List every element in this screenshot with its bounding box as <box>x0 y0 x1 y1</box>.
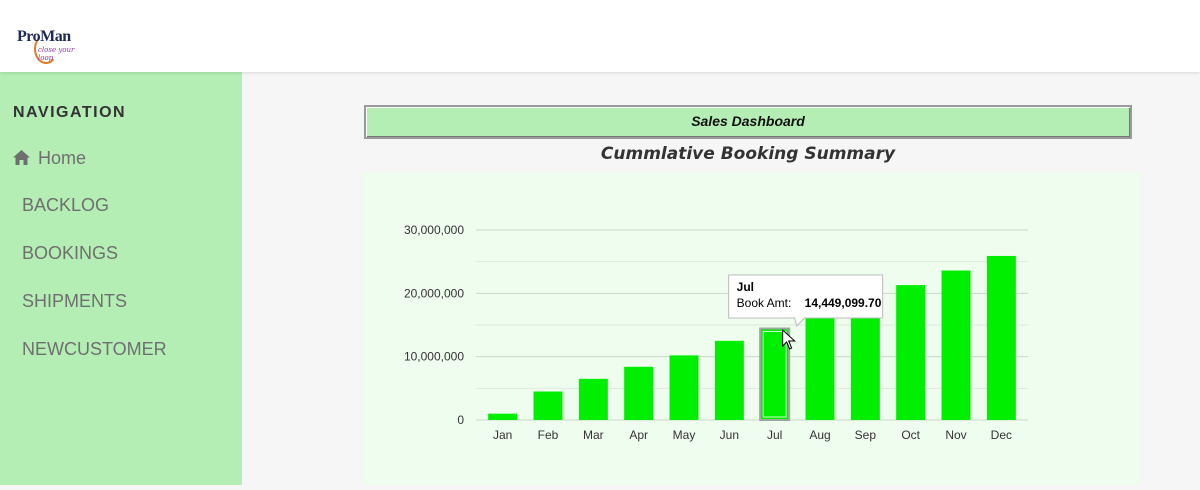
bar-mar[interactable] <box>578 378 608 420</box>
chart-area: 0 10,000,000 20,000,000 30,000,000 Jan Feb Mar… <box>364 172 1140 485</box>
x-tick-label: Sep <box>855 428 877 442</box>
sidebar <box>0 72 242 485</box>
bar-aug[interactable] <box>805 316 835 420</box>
bar-feb[interactable] <box>533 391 563 421</box>
booking-bar-chart: 0 10,000,000 20,000,000 30,000,000 Jan Feb Mar… <box>404 223 1028 442</box>
tooltip-value: 14,449,099.70 <box>805 296 882 310</box>
home-icon <box>13 149 30 170</box>
y-tick-label: 30,000,000 <box>404 223 464 237</box>
chart-title: Cummlative Booking Summary <box>600 144 896 164</box>
x-tick-label: Dec <box>991 428 1012 442</box>
top-bar: ProMan close your loop <box>0 0 1200 72</box>
proman-logo[interactable]: ProMan close your loop <box>14 22 84 64</box>
bar-may[interactable] <box>669 355 699 420</box>
sidebar-item-newcustomer[interactable]: NEWCUSTOMER <box>22 339 167 360</box>
sidebar-item-bookings[interactable]: BOOKINGS <box>22 243 118 264</box>
logo-tagline: close your loop <box>38 46 75 62</box>
x-tick-label: Jun <box>720 428 739 442</box>
bar-sep[interactable] <box>850 302 880 420</box>
x-tick-label: Aug <box>809 428 830 442</box>
bar-dec[interactable] <box>986 255 1016 420</box>
nav-title: NAVIGATION <box>13 104 127 121</box>
x-tick-label: Mar <box>583 428 604 442</box>
bar-jun[interactable] <box>714 340 744 420</box>
x-tick-label: Oct <box>901 428 920 442</box>
x-tick-label: Nov <box>945 428 966 442</box>
tooltip-title: Jul <box>737 280 754 294</box>
logo-name: ProMan <box>17 28 71 45</box>
bar-apr[interactable] <box>624 366 654 420</box>
sidebar-item-backlog[interactable]: BACKLOG <box>22 195 109 216</box>
sidebar-item-home[interactable]: Home <box>13 148 86 170</box>
x-tick-label: Jul <box>767 428 782 442</box>
bar-nov[interactable] <box>941 270 971 420</box>
sidebar-item-label: Home <box>38 148 87 168</box>
tooltip-label: Book Amt: <box>737 296 792 310</box>
x-tick-label: Apr <box>629 428 648 442</box>
y-tick-label: 10,000,000 <box>404 350 464 364</box>
bar-jan[interactable] <box>488 413 518 420</box>
x-tick-label: Feb <box>538 428 559 442</box>
y-tick-label: 0 <box>457 413 464 427</box>
dashboard-header: Sales Dashboard <box>364 105 1132 139</box>
sidebar-item-shipments[interactable]: SHIPMENTS <box>22 291 127 312</box>
bar-oct[interactable] <box>896 285 926 420</box>
y-tick-label: 20,000,000 <box>404 286 464 300</box>
x-tick-label: May <box>673 428 696 442</box>
x-tick-label: Jan <box>493 428 512 442</box>
